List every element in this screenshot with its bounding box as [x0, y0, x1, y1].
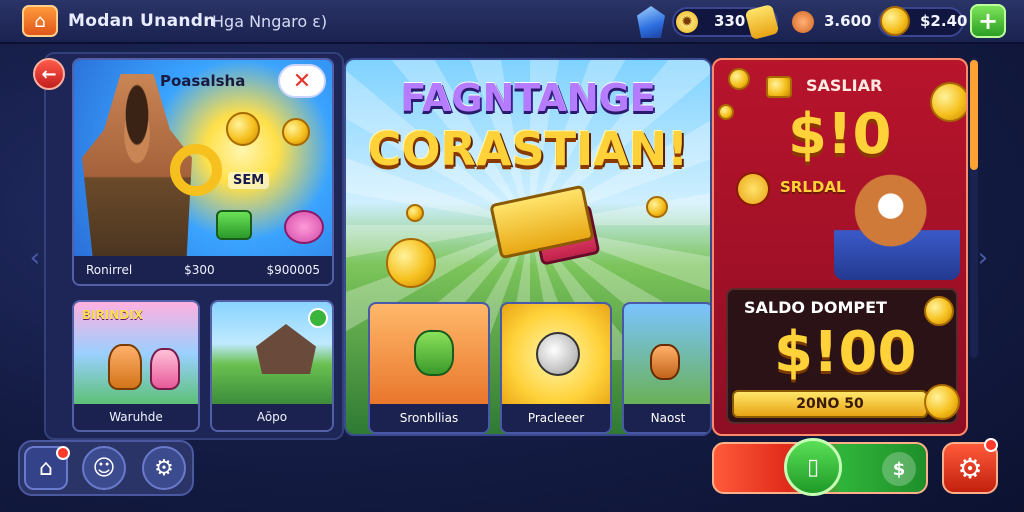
phone-icon[interactable]: ▯ [784, 438, 842, 496]
gold-coin-value: $2.40 [920, 12, 968, 30]
scrollbar-thumb[interactable] [970, 60, 978, 170]
app-title: Modan Unandn [68, 11, 216, 31]
wallet-box: SALDO DOMPET $!00 20NO 50 [726, 288, 960, 424]
copper-coin-icon [792, 11, 814, 33]
gear-coin-value: 330 [714, 12, 746, 30]
card-caption: Aōpo [212, 404, 332, 430]
wallet-label: SALDO DOMPET [744, 298, 887, 317]
dog-mascot-character [834, 168, 960, 280]
pink-character [150, 348, 180, 390]
critter-character [650, 344, 680, 380]
hero-caption-name: Ronirrel [86, 263, 133, 277]
mini-card-sronbllias[interactable]: Sronbllias [368, 302, 490, 434]
hero-caption-reward: $900005 [266, 263, 320, 277]
card-caption: Waruhde [74, 404, 198, 430]
gear-coin-icon: ✹ [676, 11, 698, 33]
game-card-waruhde[interactable]: BIRINDIX Waruhde [72, 300, 200, 432]
clock-coin-icon [736, 172, 770, 206]
notification-badge [56, 446, 70, 460]
featured-event-banner[interactable]: FAGNTANGE CORASTIAN! Sronbllias Pracleee… [344, 58, 712, 436]
promo-top-label: SASLIAR [806, 76, 883, 95]
profile-icon[interactable]: ☺ [82, 446, 126, 490]
green-check-icon [308, 308, 328, 328]
mini-card-caption: Naost [624, 404, 710, 432]
wallet-bonus-button[interactable]: 20NO 50 [732, 390, 928, 418]
gold-coin-icon [880, 6, 910, 36]
feature-title-line1: FAGNTANGE [400, 76, 656, 120]
hero-caption-price: $300 [184, 263, 215, 277]
pink-pet-icon [284, 210, 324, 244]
mini-card-naost[interactable]: Naost [622, 302, 710, 434]
hero-card-title: Poasalsha [160, 72, 246, 90]
fox-character [108, 344, 142, 390]
scroll-left-icon[interactable]: ‹ [26, 238, 44, 278]
coin-icon [406, 204, 424, 222]
mini-card-pracleeer[interactable]: Pracleeer [500, 302, 612, 434]
copper-coin-value: 3.600 [824, 12, 872, 30]
coin-icon [386, 238, 436, 288]
coin-icon [924, 384, 960, 420]
card-banner: BIRINDIX [82, 308, 144, 322]
app-subtitle: Hga Nngaro ɛ) [212, 12, 328, 31]
settings-gear-icon[interactable]: ⚙ [142, 446, 186, 490]
coin-icon [930, 82, 966, 122]
settings-badge [984, 438, 998, 452]
wallet-amount: $!00 [774, 320, 917, 385]
mini-card-caption: Sronbllias [370, 404, 488, 432]
soccer-ball-icon [536, 332, 580, 376]
coin-icon [226, 112, 260, 146]
gold-nugget-icon [766, 76, 792, 98]
gold-ring [170, 144, 222, 196]
back-arrow-icon[interactable]: ← [33, 58, 65, 90]
coin-icon [924, 296, 954, 326]
game-card-aopo[interactable]: Aōpo [210, 300, 334, 432]
home-logo-icon[interactable]: ⌂ [22, 5, 58, 37]
coin-icon [728, 68, 750, 90]
coin-icon [646, 196, 668, 218]
green-monster-character [414, 330, 454, 376]
mini-card-caption: Pracleeer [502, 404, 610, 432]
promo-amount: $!0 [788, 102, 892, 167]
promo-sub-label: SRLDAL [780, 178, 846, 196]
coin-icon [282, 118, 310, 146]
coin-icon [718, 104, 734, 120]
promo-panel[interactable]: SASLIAR $!0 SRLDAL SALDO DOMPET $!00 20N… [712, 58, 968, 436]
deposit-icon[interactable]: $ [882, 452, 916, 486]
hero-card-badge: SEM [228, 172, 270, 189]
close-icon[interactable]: ✕ [278, 64, 326, 98]
add-currency-button[interactable]: + [970, 4, 1006, 38]
green-hammer-icon [216, 210, 252, 240]
feature-title-line2: CORASTIAN! [367, 122, 689, 176]
